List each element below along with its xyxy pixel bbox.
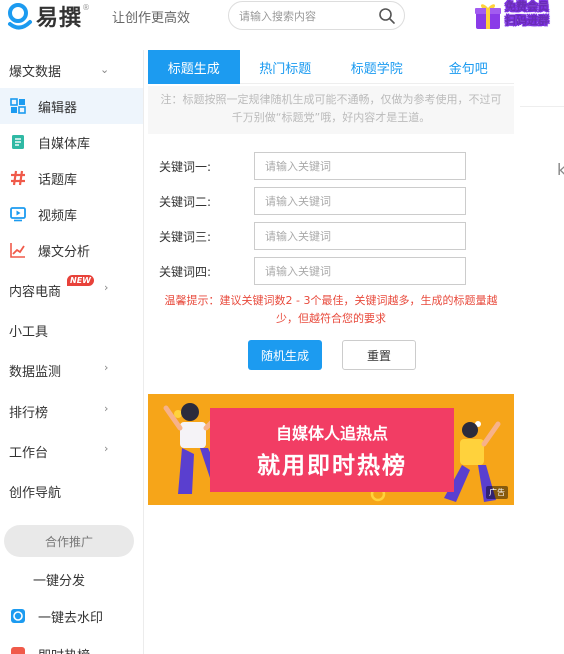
chevron-right-icon[interactable]: › (104, 361, 108, 374)
sidebar-item-label: 视频库 (38, 208, 78, 224)
search-input[interactable] (239, 7, 374, 25)
ad-slogan: 就用即时热榜 (257, 453, 407, 479)
top-header: 易撰 ® 让创作更高效 免费会员 扫码进群 (0, 0, 564, 32)
keyword-label-4: 关键词四: (159, 265, 212, 279)
keyword-label-2: 关键词二: (159, 195, 212, 209)
divider (520, 106, 564, 107)
nav-group-creation-nav[interactable]: 创作导航 (9, 482, 61, 501)
sidebar-item-label: 即时热榜 (38, 645, 90, 654)
logo-icon (8, 3, 32, 30)
grid-icon (10, 98, 26, 114)
ad-headline: 自媒体人追热点 (275, 424, 388, 443)
sidebar-item-media-library[interactable]: 自媒体库 (0, 124, 143, 160)
document-icon (12, 135, 24, 149)
vip-text: 免费会员 扫码进群 (505, 0, 549, 28)
nav-group-monitor[interactable]: 数据监测 (9, 361, 61, 380)
vip-line2: 扫码进群 (505, 14, 549, 27)
keyword-input-3[interactable] (254, 222, 466, 250)
keyword-input-1[interactable] (254, 152, 466, 180)
sidebar-item-label: 自媒体库 (38, 136, 91, 152)
new-badge: NEW (67, 275, 94, 286)
gift-icon (475, 4, 501, 29)
free-vip-banner[interactable]: 免费会员 扫码进群 (471, 0, 564, 32)
nav-group-workbench[interactable]: 工作台 (9, 442, 48, 461)
chart-line-icon (10, 243, 25, 258)
nav-group-tools[interactable]: 小工具 (9, 321, 48, 340)
sidebar: 爆文数据 ⌄ 编辑器 自媒体库 话题库 视频库 爆文分析 内容电商 NEW › … (0, 50, 144, 654)
keyword-input-2[interactable] (254, 187, 466, 215)
chevron-right-icon[interactable]: › (104, 402, 108, 415)
search-box[interactable] (228, 1, 405, 30)
title-generator-panel: 标题生成 热门标题 标题学院 金句吧 注：标题按照一定规律随机生成可能不通畅，仅… (148, 50, 514, 654)
chevron-right-icon[interactable]: › (104, 442, 108, 455)
tab-bar: 标题生成 热门标题 标题学院 金句吧 (148, 50, 514, 84)
sidebar-item-editor[interactable]: 编辑器 (0, 88, 143, 124)
slogan: 让创作更高效 (112, 11, 191, 26)
logo[interactable]: 易撰 ® (6, 2, 91, 31)
tab-title-generate[interactable]: 标题生成 (148, 50, 240, 84)
chevron-down-icon[interactable]: ⌄ (100, 63, 109, 76)
keyword-label-1: 关键词一: (159, 160, 212, 174)
keyword-row-2: 关键词二: (159, 187, 469, 215)
right-strip-glyph: k (557, 160, 564, 179)
tab-title-academy[interactable]: 标题学院 (331, 50, 423, 84)
vip-line1: 免费会员 (505, 0, 549, 13)
nav-group-ecommerce[interactable]: 内容电商 (9, 281, 61, 300)
sidebar-item-videos[interactable]: 视频库 (0, 196, 143, 232)
keyword-row-1: 关键词一: (159, 152, 469, 180)
video-icon (10, 207, 26, 222)
tab-golden-quotes[interactable]: 金句吧 (423, 50, 515, 84)
hot-list-ad-banner[interactable]: 自媒体人追热点 就用即时热榜 广告 (148, 394, 514, 505)
random-generate-button[interactable]: 随机生成 (248, 340, 322, 370)
watermark-icon (11, 609, 25, 623)
reset-button[interactable]: 重置 (342, 340, 416, 370)
sidebar-item-label: 爆文分析 (38, 244, 91, 260)
nav-group-ranking[interactable]: 排行榜 (9, 402, 48, 421)
registered-mark: ® (82, 2, 91, 12)
keyword-tip: 温馨提示：建议关键词数2 - 3个最佳，关键词越多，生成的标题量越少，但越符合您… (164, 294, 498, 325)
nav-group-viral-data[interactable]: 爆文数据 (9, 61, 61, 80)
hot-list-icon (11, 647, 25, 654)
sidebar-item-label: 编辑器 (38, 100, 78, 116)
keyword-row-4: 关键词四: (159, 257, 469, 285)
hashtag-icon (11, 170, 25, 186)
sidebar-item-label: 一键去水印 (38, 610, 104, 626)
sidebar-item-analysis[interactable]: 爆文分析 (0, 232, 143, 268)
chevron-right-icon[interactable]: › (104, 281, 108, 294)
sidebar-item-watermark-remove[interactable]: 一键去水印 (0, 598, 143, 634)
search-icon[interactable] (378, 7, 396, 25)
right-strip: k (520, 50, 564, 654)
ad-tag: 广告 (486, 486, 508, 499)
sidebar-item-hot-list[interactable]: 即时热榜 (0, 636, 143, 654)
keyword-row-3: 关键词三: (159, 222, 469, 250)
logo-text: 易撰 (36, 6, 83, 31)
sidebar-item-topics[interactable]: 话题库 (0, 160, 143, 196)
notice-text: 注：标题按照一定规律随机生成可能不通畅，仅做为参考使用，不过可千万别做“标题党”… (148, 86, 514, 134)
keyword-input-4[interactable] (254, 257, 466, 285)
sidebar-item-label: 话题库 (38, 172, 78, 188)
tab-hot-titles[interactable]: 热门标题 (240, 50, 332, 84)
sidebar-item-one-click-publish[interactable]: 一键分发 (33, 570, 85, 589)
keyword-label-3: 关键词三: (159, 230, 212, 244)
promo-pill[interactable]: 合作推广 (4, 525, 134, 557)
